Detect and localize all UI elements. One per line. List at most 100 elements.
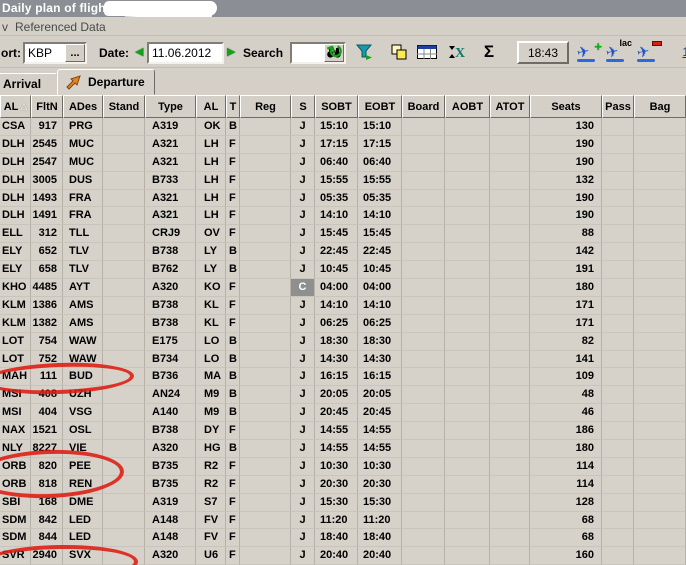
- cell-eobt-10[interactable]: 22:45: [358, 243, 402, 261]
- cell-fltn-1[interactable]: 2940: [31, 547, 63, 565]
- cell-bag-16[interactable]: [634, 404, 686, 422]
- cell-seats-14[interactable]: 141: [530, 351, 602, 369]
- cell-s-8[interactable]: J: [291, 386, 315, 404]
- cell-sobt-9[interactable]: 04:00: [315, 279, 358, 297]
- cell-seats-14[interactable]: 128: [530, 494, 602, 512]
- cell-atot-13[interactable]: [490, 440, 530, 458]
- cell-type-4[interactable]: AN24: [145, 386, 196, 404]
- cell-eobt-10[interactable]: 14:55: [358, 440, 402, 458]
- cell-sobt-9[interactable]: 14:55: [315, 440, 358, 458]
- cell-seats-14[interactable]: 171: [530, 297, 602, 315]
- cell-al-0[interactable]: LOT: [0, 333, 31, 351]
- cell-stand-3[interactable]: [103, 494, 145, 512]
- cell-stand-3[interactable]: [103, 404, 145, 422]
- cell-seats-14[interactable]: 186: [530, 422, 602, 440]
- cell-eobt-10[interactable]: 20:30: [358, 476, 402, 494]
- cell-reg-7[interactable]: [240, 190, 291, 208]
- cell-al-5[interactable]: M9: [196, 404, 226, 422]
- cell-sobt-9[interactable]: 14:10: [315, 207, 358, 225]
- cell-atot-13[interactable]: [490, 243, 530, 261]
- column-header-seats-14[interactable]: Seats: [530, 95, 602, 118]
- cell-seats-14[interactable]: 114: [530, 458, 602, 476]
- cell-pass-15[interactable]: [602, 547, 634, 565]
- cell-al-0[interactable]: LOT: [0, 351, 31, 369]
- cell-reg-7[interactable]: [240, 315, 291, 333]
- cell-fltn-1[interactable]: 2545: [31, 136, 63, 154]
- cell-t-6[interactable]: F: [226, 422, 240, 440]
- cell-reg-7[interactable]: [240, 512, 291, 530]
- cell-sobt-9[interactable]: 05:35: [315, 190, 358, 208]
- cell-pass-15[interactable]: [602, 118, 634, 136]
- date-next-icon[interactable]: ▶: [227, 45, 235, 58]
- cell-s-8[interactable]: J: [291, 547, 315, 565]
- cell-t-6[interactable]: B: [226, 243, 240, 261]
- cell-al-5[interactable]: LY: [196, 243, 226, 261]
- cell-bag-16[interactable]: [634, 297, 686, 315]
- cell-board-11[interactable]: [402, 404, 445, 422]
- cell-eobt-10[interactable]: 06:40: [358, 154, 402, 172]
- cell-al-0[interactable]: SDM: [0, 529, 31, 547]
- cell-ades-2[interactable]: FRA: [63, 190, 103, 208]
- cell-type-4[interactable]: A319: [145, 118, 196, 136]
- cell-t-6[interactable]: F: [226, 154, 240, 172]
- cell-type-4[interactable]: B736: [145, 368, 196, 386]
- cell-al-0[interactable]: MSI: [0, 404, 31, 422]
- cell-t-6[interactable]: F: [226, 297, 240, 315]
- cell-fltn-1[interactable]: 652: [31, 243, 63, 261]
- time-button[interactable]: 18:43: [517, 41, 569, 64]
- cell-sobt-9[interactable]: 22:45: [315, 243, 358, 261]
- cell-bag-16[interactable]: [634, 351, 686, 369]
- cell-pass-15[interactable]: [602, 494, 634, 512]
- cell-ades-2[interactable]: DUS: [63, 172, 103, 190]
- cell-pass-15[interactable]: [602, 458, 634, 476]
- cell-s-8[interactable]: J: [291, 529, 315, 547]
- cell-stand-3[interactable]: [103, 297, 145, 315]
- cell-board-11[interactable]: [402, 476, 445, 494]
- cell-pass-15[interactable]: [602, 225, 634, 243]
- flight-row-ELL-312[interactable]: ELL312TLLCRJ9OVFJ15:4515:4588: [0, 225, 686, 243]
- cell-ades-2[interactable]: WAW: [63, 333, 103, 351]
- cell-type-4[interactable]: A320: [145, 440, 196, 458]
- cell-s-8[interactable]: J: [291, 315, 315, 333]
- cell-stand-3[interactable]: [103, 154, 145, 172]
- date-field[interactable]: 11.06.2012: [147, 42, 224, 64]
- cell-t-6[interactable]: F: [226, 529, 240, 547]
- airport-ellipsis-button[interactable]: ...: [65, 44, 85, 62]
- flight-row-NLY-8227[interactable]: NLY8227VIEA320HGBJ14:5514:55180: [0, 440, 686, 458]
- cell-pass-15[interactable]: [602, 529, 634, 547]
- cell-al-0[interactable]: SBI: [0, 494, 31, 512]
- cell-aobt-12[interactable]: [445, 154, 490, 172]
- cell-t-6[interactable]: F: [226, 494, 240, 512]
- column-header-t-6[interactable]: T: [226, 95, 240, 118]
- cell-board-11[interactable]: [402, 225, 445, 243]
- column-header-sobt-9[interactable]: SOBT: [315, 95, 358, 118]
- cell-ades-2[interactable]: DME: [63, 494, 103, 512]
- cell-fltn-1[interactable]: 4485: [31, 279, 63, 297]
- cell-ades-2[interactable]: LED: [63, 512, 103, 530]
- cell-al-5[interactable]: OV: [196, 225, 226, 243]
- cell-bag-16[interactable]: [634, 279, 686, 297]
- cell-sobt-9[interactable]: 17:15: [315, 136, 358, 154]
- cell-sobt-9[interactable]: 20:05: [315, 386, 358, 404]
- flight-row-MAH-111[interactable]: MAH111BUDB736MABJ16:1516:15109: [0, 368, 686, 386]
- cell-sobt-9[interactable]: 18:40: [315, 529, 358, 547]
- cell-bag-16[interactable]: [634, 333, 686, 351]
- cell-type-4[interactable]: A320: [145, 547, 196, 565]
- cell-t-6[interactable]: F: [226, 172, 240, 190]
- cell-bag-16[interactable]: [634, 422, 686, 440]
- cell-bag-16[interactable]: [634, 243, 686, 261]
- flight-row-CSA-917[interactable]: CSA917PRGA319OKBJ15:1015:10130: [0, 118, 686, 136]
- cell-stand-3[interactable]: [103, 225, 145, 243]
- cell-eobt-10[interactable]: 16:15: [358, 368, 402, 386]
- cell-al-5[interactable]: LH: [196, 172, 226, 190]
- refresh-icon[interactable]: ↻: [324, 42, 348, 62]
- cell-aobt-12[interactable]: [445, 333, 490, 351]
- cell-aobt-12[interactable]: [445, 243, 490, 261]
- cell-s-8[interactable]: J: [291, 440, 315, 458]
- cell-al-0[interactable]: MSI: [0, 386, 31, 404]
- menu-item-fragment[interactable]: v: [2, 20, 8, 34]
- cell-type-4[interactable]: E175: [145, 333, 196, 351]
- cell-atot-13[interactable]: [490, 172, 530, 190]
- cell-stand-3[interactable]: [103, 368, 145, 386]
- flight-row-ORB-818[interactable]: ORB818RENB735R2FJ20:3020:30114: [0, 476, 686, 494]
